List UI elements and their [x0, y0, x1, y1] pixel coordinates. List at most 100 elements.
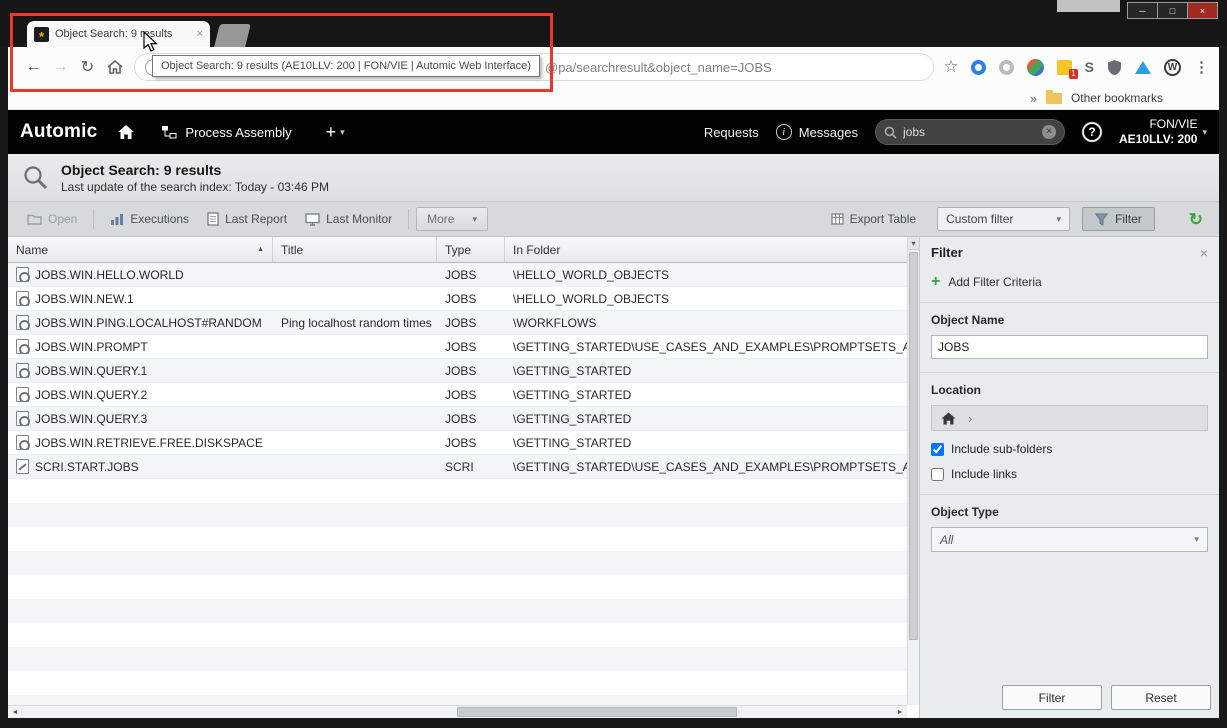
extension-blue-circle-icon[interactable] — [971, 60, 986, 75]
open-button[interactable]: Open — [18, 208, 86, 230]
process-assembly-icon — [161, 125, 177, 139]
column-header-type[interactable]: Type — [437, 237, 505, 262]
extension-w-icon[interactable]: W — [1164, 59, 1181, 76]
include-links-row[interactable]: Include links — [931, 467, 1208, 481]
extension-s-icon[interactable]: S — [1085, 59, 1094, 75]
app-home-icon[interactable] — [117, 124, 135, 140]
horizontal-scrollbar-thumb[interactable] — [457, 707, 737, 717]
extension-gray-circle-icon[interactable] — [999, 60, 1014, 75]
last-monitor-button[interactable]: Last Monitor — [296, 208, 401, 230]
extension-globe-icon[interactable] — [1027, 59, 1044, 76]
close-panel-icon[interactable]: × — [1200, 245, 1208, 261]
table-row[interactable]: SCRI.START.JOBS SCRI \GETTING_STARTED\US… — [8, 455, 907, 479]
horizontal-scrollbar[interactable]: ◄ ► — [8, 705, 907, 718]
reset-filter-button[interactable]: Reset — [1111, 685, 1211, 710]
forward-icon[interactable]: → — [47, 58, 74, 76]
more-button[interactable]: More ▾ — [416, 207, 488, 231]
table-row[interactable]: JOBS.WIN.PROMPT JOBS \GETTING_STARTED\US… — [8, 335, 907, 359]
object-name-input[interactable] — [931, 335, 1208, 359]
minimize-button[interactable]: ─ — [1127, 2, 1158, 19]
add-view-button[interactable]: + ▾ — [326, 123, 345, 141]
close-button[interactable]: × — [1187, 2, 1218, 19]
search-input[interactable] — [903, 125, 1036, 139]
cell-folder: \HELLO_WORLD_OBJECTS — [505, 292, 907, 306]
help-button[interactable]: ? — [1082, 122, 1102, 142]
cell-name: JOBS.WIN.QUERY.3 — [8, 411, 273, 426]
add-filter-criteria-button[interactable]: + Add Filter Criteria — [920, 268, 1219, 303]
column-header-in-folder[interactable]: In Folder — [505, 237, 907, 262]
table-row[interactable]: JOBS.WIN.RETRIEVE.FREE.DISKSPACE JOBS \G… — [8, 431, 907, 455]
cell-type: JOBS — [437, 292, 505, 306]
apply-filter-button[interactable]: Filter — [1002, 685, 1102, 710]
include-subfolders-label: Include sub-folders — [951, 442, 1052, 456]
clear-search-icon[interactable]: × — [1042, 125, 1056, 139]
include-subfolders-checkbox[interactable] — [931, 443, 944, 456]
folder-icon — [1046, 93, 1062, 104]
column-header-title[interactable]: Title — [273, 237, 437, 262]
maximize-button[interactable]: □ — [1157, 2, 1188, 19]
last-report-button[interactable]: Last Report — [198, 208, 296, 230]
scroll-left-icon[interactable]: ◄ — [8, 706, 22, 718]
bookmarks-overflow-icon[interactable]: » — [1030, 91, 1037, 106]
table-row[interactable]: JOBS.WIN.QUERY.2 JOBS \GETTING_STARTED — [8, 383, 907, 407]
cell-name-text: JOBS.WIN.HELLO.WORLD — [35, 268, 184, 282]
object-icon — [16, 267, 29, 282]
column-menu-button[interactable]: ▾ — [908, 237, 919, 250]
table-row[interactable]: JOBS.WIN.HELLO.WORLD JOBS \HELLO_WORLD_O… — [8, 263, 907, 287]
browser-menu-icon[interactable]: ⋮ — [1194, 58, 1209, 76]
browser-tab[interactable]: * Object Search: 9 results × — [27, 21, 210, 47]
cell-type: SCRI — [437, 460, 505, 474]
location-breadcrumb[interactable]: › — [931, 405, 1208, 431]
table-row[interactable]: JOBS.WIN.NEW.1 JOBS \HELLO_WORLD_OBJECTS — [8, 287, 907, 311]
cell-type: JOBS — [437, 388, 505, 402]
sort-ascending-icon: ▲ — [257, 246, 264, 253]
export-table-label: Export Table — [850, 212, 917, 226]
filter-toggle-button[interactable]: Filter — [1082, 207, 1155, 231]
table-rows: JOBS.WIN.HELLO.WORLD JOBS \HELLO_WORLD_O… — [8, 263, 907, 479]
include-links-checkbox[interactable] — [931, 468, 944, 481]
connection-menu[interactable]: FON/VIE AE10LLV: 200 ▾ — [1119, 117, 1207, 147]
messages-button[interactable]: i Messages — [776, 124, 858, 140]
custom-filter-select[interactable]: Custom filter ▾ — [937, 207, 1070, 231]
column-header-name[interactable]: Name ▲ — [8, 237, 273, 262]
other-bookmarks-button[interactable]: Other bookmarks — [1071, 91, 1163, 105]
back-icon[interactable]: ← — [20, 58, 47, 76]
requests-button[interactable]: Requests — [704, 125, 759, 140]
extension-shield-icon[interactable] — [1107, 59, 1122, 76]
process-assembly-label: Process Assembly — [185, 125, 291, 140]
cell-name-text: JOBS.WIN.NEW.1 — [35, 292, 134, 306]
vertical-scrollbar-thumb[interactable] — [909, 252, 918, 640]
executions-button[interactable]: Executions — [101, 208, 198, 230]
horizontal-scrollbar-track[interactable] — [22, 706, 893, 718]
bookmark-star-icon[interactable]: ☆ — [943, 57, 958, 77]
executions-label: Executions — [130, 212, 189, 226]
scroll-right-icon[interactable]: ► — [893, 706, 907, 718]
extension-triangle-icon[interactable] — [1135, 61, 1151, 74]
cell-folder: \WORKFLOWS — [505, 316, 907, 330]
refresh-icon[interactable]: ↻ — [1189, 211, 1203, 228]
cell-name-text: JOBS.WIN.PING.LOCALHOST#RANDOM — [35, 316, 262, 330]
cell-folder: \HELLO_WORLD_OBJECTS — [505, 268, 907, 282]
page-title: Object Search: 9 results — [61, 162, 329, 178]
table-row[interactable]: JOBS.WIN.QUERY.1 JOBS \GETTING_STARTED — [8, 359, 907, 383]
export-table-button[interactable]: Export Table — [822, 208, 926, 230]
page-subtitle: Last update of the search index: Today -… — [61, 180, 329, 194]
cell-name: JOBS.WIN.HELLO.WORLD — [8, 267, 273, 282]
report-icon — [207, 212, 219, 226]
global-search[interactable]: × — [875, 119, 1065, 145]
browser-home-icon[interactable] — [101, 59, 128, 75]
messages-label: Messages — [799, 125, 858, 140]
object-search-icon — [22, 164, 49, 191]
table-row[interactable]: JOBS.WIN.QUERY.3 JOBS \GETTING_STARTED — [8, 407, 907, 431]
vertical-scrollbar[interactable]: ▾ — [907, 237, 919, 705]
object-type-select[interactable]: All ▾ — [931, 527, 1208, 552]
results-table: Name ▲ Title Type In Folder JOBS.WIN.HEL… — [8, 237, 919, 718]
include-subfolders-row[interactable]: Include sub-folders — [931, 442, 1208, 456]
tab-process-assembly[interactable]: Process Assembly — [161, 125, 291, 140]
extension-notes-icon[interactable]: 1 — [1057, 60, 1072, 75]
new-tab-button[interactable] — [214, 24, 251, 47]
tab-close-icon[interactable]: × — [197, 29, 203, 40]
reload-icon[interactable]: ↻ — [74, 57, 101, 77]
table-row[interactable]: JOBS.WIN.PING.LOCALHOST#RANDOM Ping loca… — [8, 311, 907, 335]
object-icon — [16, 411, 29, 426]
